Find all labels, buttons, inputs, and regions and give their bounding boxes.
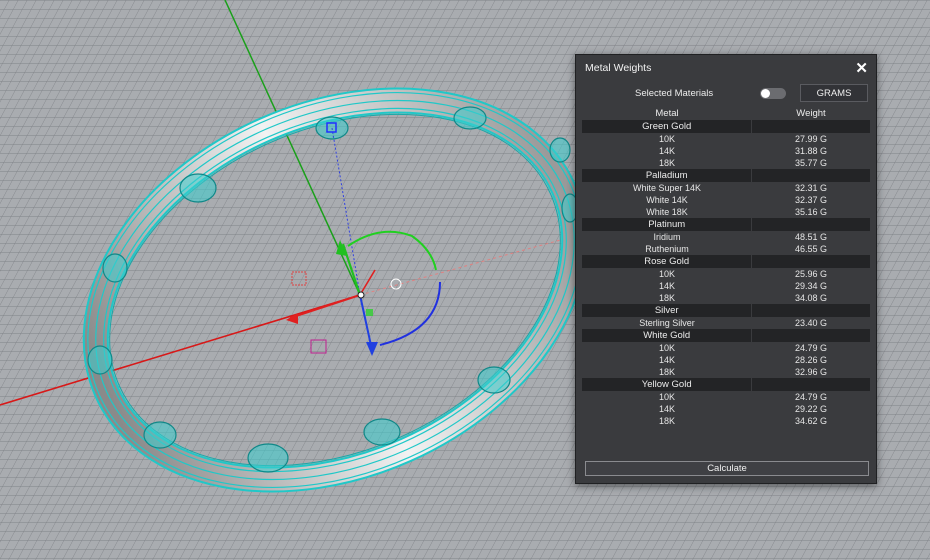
metal-item-name: 10K — [658, 392, 675, 402]
metal-item-row[interactable]: 18K 34.62 G — [582, 415, 870, 427]
metal-group-row[interactable]: Green Gold — [582, 120, 870, 133]
metal-group-row[interactable]: White Gold — [582, 329, 870, 342]
metal-item-row[interactable]: 18K 35.77 G — [582, 157, 870, 169]
metal-item-row[interactable]: White 18K 35.16 G — [582, 206, 870, 218]
metal-item-weight: 46.55 G — [794, 244, 828, 254]
metal-group-name: Platinum — [582, 218, 753, 231]
metal-item-row[interactable]: 14K 31.88 G — [582, 145, 870, 157]
metal-item-row[interactable]: 18K 34.08 G — [582, 292, 870, 304]
toggle-knob — [761, 89, 770, 98]
metal-item-name: 14K — [658, 281, 675, 291]
metal-group-row[interactable]: Platinum — [582, 218, 870, 231]
metal-item-weight: 32.31 G — [794, 183, 828, 193]
metal-item-row[interactable]: 18K 32.96 G — [582, 366, 870, 378]
metal-item-weight: 32.37 G — [794, 195, 828, 205]
weight-column-header: Weight — [796, 108, 826, 119]
metal-item-name: 18K — [658, 416, 675, 426]
metal-item-row[interactable]: 10K 27.99 G — [582, 133, 870, 145]
close-button[interactable]: ✕ — [855, 61, 868, 76]
metal-item-weight: 48.51 G — [794, 232, 828, 242]
metal-group-name: Palladium — [582, 169, 753, 182]
metal-group-row[interactable]: Palladium — [582, 169, 870, 182]
metal-item-row[interactable]: Iridium 48.51 G — [582, 231, 870, 243]
metal-item-weight: 34.08 G — [794, 293, 828, 303]
selected-materials-label: Selected Materials — [635, 88, 714, 99]
metal-column-header: Metal — [655, 108, 679, 119]
metal-item-weight: 29.22 G — [794, 404, 828, 414]
metal-item-weight: 34.62 G — [794, 416, 828, 426]
metal-item-weight: 32.96 G — [794, 367, 828, 377]
metal-item-name: 10K — [658, 134, 675, 144]
metal-item-weight: 24.79 G — [794, 392, 828, 402]
metal-item-weight: 27.99 G — [794, 134, 828, 144]
metal-group-name: White Gold — [582, 329, 753, 342]
panel-header: Metal Weights ✕ — [576, 55, 876, 81]
selected-materials-toggle[interactable] — [760, 88, 786, 99]
metal-item-name: 18K — [658, 367, 675, 377]
metal-item-row[interactable]: 14K 29.22 G — [582, 403, 870, 415]
metal-item-name: Sterling Silver — [639, 318, 695, 328]
metal-item-name: White Super 14K — [632, 183, 702, 193]
metal-item-name: White 18K — [646, 207, 688, 217]
metal-item-name: 18K — [658, 293, 675, 303]
metal-item-weight: 31.88 G — [794, 146, 828, 156]
metal-item-weight: 29.34 G — [794, 281, 828, 291]
metal-item-name: 10K — [658, 343, 675, 353]
metal-group-name: Silver — [582, 304, 753, 317]
metal-item-name: White 14K — [646, 195, 688, 205]
metal-group-row[interactable]: Yellow Gold — [582, 378, 870, 391]
metal-item-name: 14K — [658, 355, 675, 365]
metal-item-weight: 25.96 G — [794, 269, 828, 279]
metal-item-name: 14K — [658, 404, 675, 414]
metal-item-weight: 23.40 G — [794, 318, 828, 328]
metal-group-row[interactable]: Silver — [582, 304, 870, 317]
panel-title: Metal Weights — [585, 62, 652, 74]
metal-weights-table: Metal Weight Green Gold 10K 27.99 G 14K 31.8… — [582, 107, 870, 427]
metal-group-name: Yellow Gold — [582, 378, 753, 391]
metal-item-weight: 35.77 G — [794, 158, 828, 168]
metal-item-row[interactable]: Ruthenium 46.55 G — [582, 243, 870, 255]
metal-item-weight: 35.16 G — [794, 207, 828, 217]
metal-item-row[interactable]: 14K 29.34 G — [582, 280, 870, 292]
calculate-button[interactable]: Calculate — [585, 461, 869, 476]
metal-item-row[interactable]: White 14K 32.37 G — [582, 194, 870, 206]
metal-weights-panel: Metal Weights ✕ Selected Materials GRAMS… — [575, 54, 877, 484]
metal-item-row[interactable]: White Super 14K 32.31 G — [582, 182, 870, 194]
table-header: Metal Weight — [582, 107, 870, 120]
metal-group-name: Green Gold — [582, 120, 753, 133]
metal-item-name: 14K — [658, 146, 675, 156]
metal-item-row[interactable]: 14K 28.26 G — [582, 354, 870, 366]
metal-item-name: Ruthenium — [645, 244, 689, 254]
metal-item-name: Iridium — [653, 232, 681, 242]
units-button[interactable]: GRAMS — [800, 84, 868, 102]
metal-item-name: 10K — [658, 269, 675, 279]
metal-group-name: Rose Gold — [582, 255, 753, 268]
metal-item-row[interactable]: 10K 25.96 G — [582, 268, 870, 280]
metal-item-row[interactable]: 10K 24.79 G — [582, 342, 870, 354]
metal-group-row[interactable]: Rose Gold — [582, 255, 870, 268]
table-body: Green Gold 10K 27.99 G 14K 31.88 G 18K 35.77 G… — [582, 120, 870, 427]
metal-item-weight: 28.26 G — [794, 355, 828, 365]
selected-materials-row: Selected Materials GRAMS — [576, 83, 876, 103]
metal-item-weight: 24.79 G — [794, 343, 828, 353]
metal-item-row[interactable]: Sterling Silver 23.40 G — [582, 317, 870, 329]
metal-item-row[interactable]: 10K 24.79 G — [582, 391, 870, 403]
metal-item-name: 18K — [658, 158, 675, 168]
